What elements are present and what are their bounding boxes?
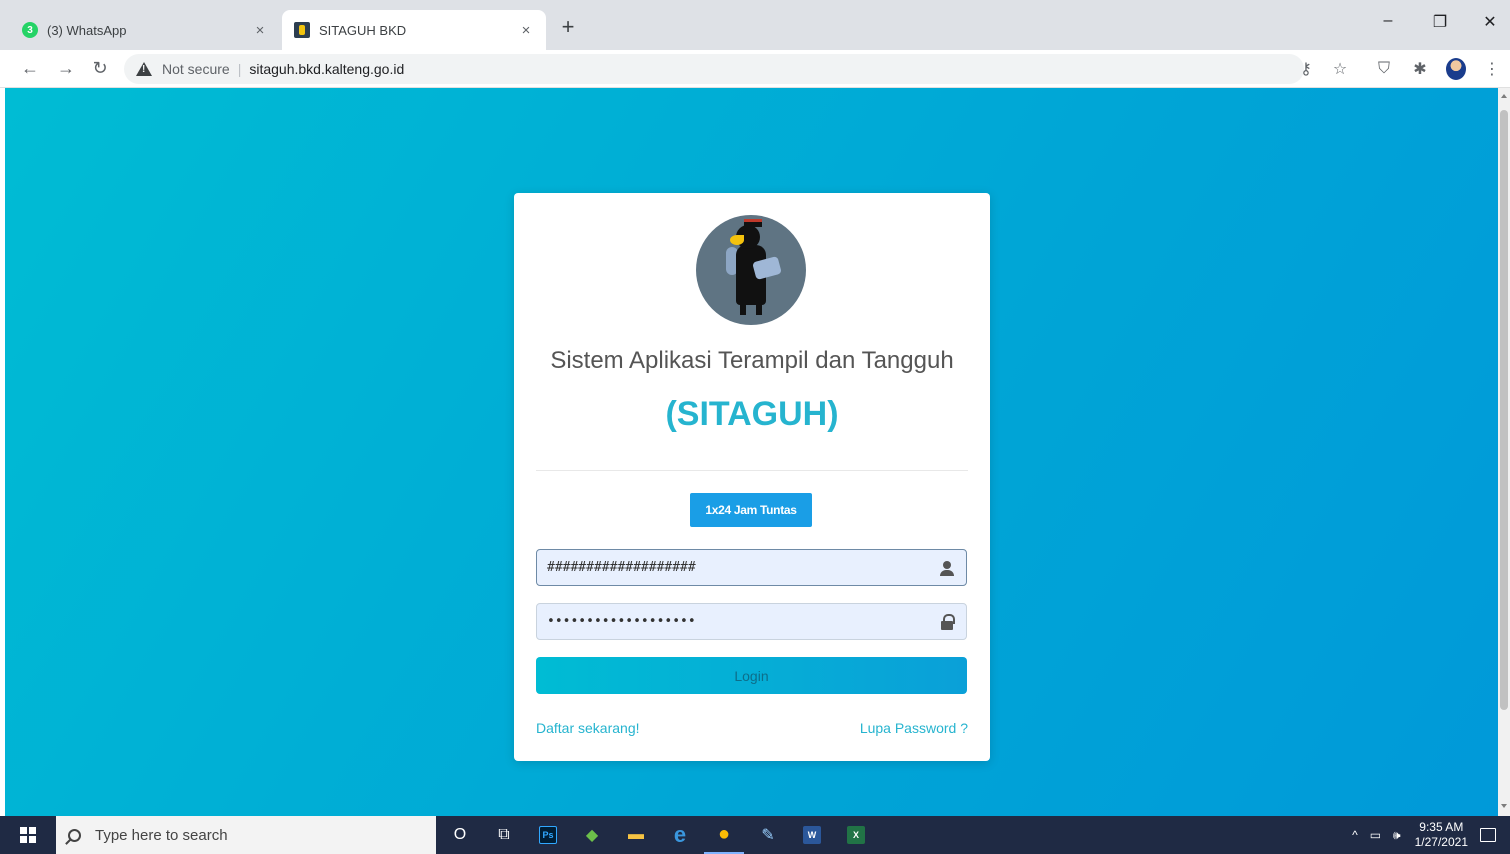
battery-icon[interactable]: ▭ [1370,828,1381,842]
browser-tabstrip: 3 (3) WhatsApp × SITAGUH BKD × + – ❐ ✕ [0,0,1510,50]
whatsapp-icon: 3 [22,22,38,38]
browser-toolbar: ← → ↻ Not secure | sitaguh.bkd.kalteng.g… [0,50,1510,88]
back-arrow-icon[interactable]: ← [18,56,42,80]
login-button[interactable]: Login [536,657,967,694]
login-card: Sistem Aplikasi Terampil dan Tangguh (SI… [514,193,990,761]
profile-avatar[interactable] [1446,58,1466,80]
user-icon [938,559,956,577]
windows-taskbar: Type here to search O ⧉ Ps ◆ ▬ e ● ✎ W X… [0,816,1510,854]
paint-icon[interactable]: ✎ [748,816,788,854]
cortana-icon[interactable]: O [440,816,480,854]
taskbar-search-box[interactable]: Type here to search [56,816,436,854]
tab-whatsapp[interactable]: 3 (3) WhatsApp × [10,10,280,50]
restore-button[interactable]: ❐ [1430,12,1450,32]
scrollbar-thumb[interactable] [1500,110,1508,710]
register-link[interactable]: Daftar sekarang! [536,720,640,736]
close-icon[interactable]: × [518,22,534,39]
clock-time: 9:35 AM [1419,820,1464,834]
username-field[interactable] [536,549,967,586]
forward-arrow-icon[interactable]: → [54,56,78,80]
search-placeholder: Type here to search [95,826,228,844]
key-icon[interactable]: ⚷ [1296,59,1316,79]
scroll-up-arrow-icon[interactable] [1501,94,1507,98]
security-label[interactable]: Not secure [162,61,230,77]
system-tray: ^ ▭ 🕪 9:35 AM 1/27/2021 [1346,816,1510,854]
tab-sitaguh[interactable]: SITAGUH BKD × [282,10,546,50]
file-explorer-icon[interactable]: ▬ [616,816,656,854]
shield-extension-icon[interactable]: ⛉ [1374,59,1394,79]
app-acronym: (SITAGUH) [665,395,839,433]
scroll-down-arrow-icon[interactable] [1501,804,1507,808]
close-icon[interactable]: × [252,22,268,39]
sitaguh-favicon [294,22,310,38]
notification-center-icon[interactable] [1480,828,1496,842]
lime-app-icon[interactable]: ◆ [572,816,612,854]
password-input[interactable] [547,614,938,629]
url-text[interactable]: sitaguh.bkd.kalteng.go.id [249,61,404,77]
start-button[interactable] [0,816,56,854]
edge-icon[interactable]: e [660,816,700,854]
address-bar[interactable]: Not secure | sitaguh.bkd.kalteng.go.id [124,54,1304,84]
browser-menu-icon[interactable]: ⋮ [1482,59,1502,79]
volume-icon[interactable]: 🕪 [1393,828,1401,843]
reload-icon[interactable]: ↻ [88,56,112,80]
minimize-button[interactable]: – [1378,12,1398,30]
omnibox-separator: | [237,61,242,77]
taskbar-clock[interactable]: 9:35 AM 1/27/2021 [1415,820,1468,850]
sitaguh-mascot-logo [696,215,806,325]
username-input[interactable] [547,560,938,575]
lock-icon [938,613,956,631]
clock-date: 1/27/2021 [1414,835,1468,849]
tab-title: (3) WhatsApp [47,22,127,38]
tray-chevron-icon[interactable]: ^ [1352,828,1358,842]
excel-icon[interactable]: X [836,816,876,854]
forgot-password-link[interactable]: Lupa Password ? [860,720,968,736]
new-tab-button[interactable]: + [556,14,580,40]
divider [536,470,968,471]
tab-title: SITAGUH BKD [319,22,407,38]
service-badge-button[interactable]: 1x24 Jam Tuntas [690,493,812,527]
task-view-icon[interactable]: ⧉ [484,816,524,854]
chrome-icon[interactable]: ● [704,816,744,854]
window-close-button[interactable]: ✕ [1480,12,1500,32]
word-icon[interactable]: W [792,816,832,854]
app-title: Sistem Aplikasi Terampil dan Tangguh [550,347,954,374]
password-field[interactable] [536,603,967,640]
photoshop-icon[interactable]: Ps [528,816,568,854]
extensions-puzzle-icon[interactable]: ✱ [1410,59,1430,79]
windows-logo-icon [20,827,36,843]
star-icon[interactable]: ☆ [1330,59,1350,79]
warning-icon[interactable] [136,62,152,76]
search-icon [68,828,81,842]
